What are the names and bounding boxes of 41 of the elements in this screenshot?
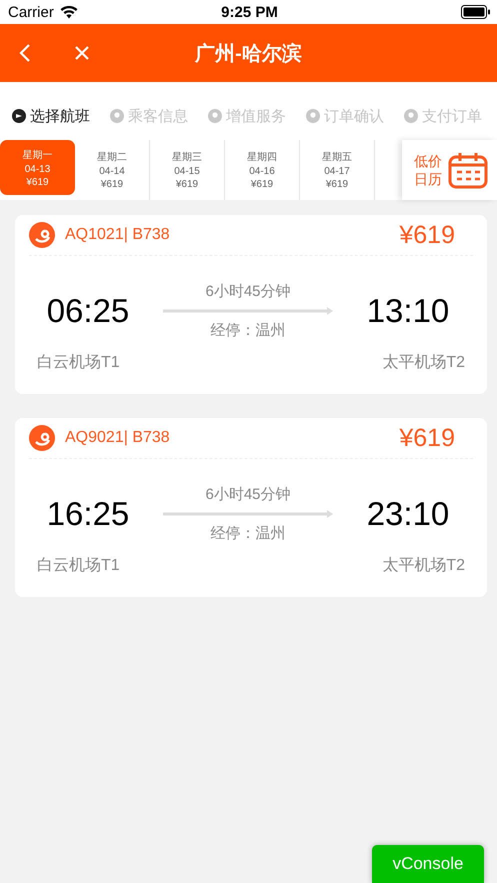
date-tab[interactable]: 星期五 04-17 ¥619 (300, 140, 375, 200)
flight-number: AQ9021| B738 (65, 429, 171, 447)
page-title: 广州-哈尔滨 (194, 42, 303, 66)
departure-time: 06:25 (46, 292, 130, 330)
arrow-icon (163, 307, 333, 315)
step-label: 选择航班 (30, 106, 90, 126)
departure-time: 16:25 (46, 495, 130, 533)
battery-icon (460, 5, 491, 19)
calendar-icon (448, 151, 488, 189)
flight-duration: 6小时45分钟 (205, 485, 291, 504)
flight-price: ¥619 (399, 424, 455, 452)
carrier-label: Carrier (8, 4, 54, 20)
arrival-time: 23:10 (366, 495, 450, 533)
flight-card[interactable]: AQ9021| B738 ¥619 16:25 6小时45分钟 经停：温州 23:10 白云机场T1 太平机场T2 (15, 418, 487, 597)
calendar-button[interactable]: 低价日历 (402, 140, 497, 200)
flight-number: AQ1021| B738 (65, 226, 171, 244)
date-tab[interactable]: 星期一 04-13 ¥619 (0, 140, 75, 195)
arrival-airport: 太平机场T2 (382, 352, 465, 373)
flight-duration: 6小时45分钟 (205, 282, 291, 301)
arrival-airport: 太平机场T2 (382, 556, 465, 576)
stopover-text: 经停：温州 (210, 321, 286, 340)
departure-airport: 白云机场T1 (37, 556, 120, 576)
clock-time: 9:25 PM (221, 4, 278, 20)
flight-card[interactable]: AQ1021| B738 ¥619 06:25 6小时45分钟 经停：温州 13:10 白云机场T1 太平机场T2 (15, 215, 487, 394)
wifi-icon (60, 6, 78, 18)
close-icon[interactable] (74, 45, 90, 61)
arrow-icon (163, 510, 333, 518)
airline-logo-icon (29, 222, 55, 248)
airline-logo-icon (29, 425, 55, 451)
back-icon[interactable] (18, 43, 32, 63)
flight-price: ¥619 (399, 220, 455, 250)
departure-airport: 白云机场T1 (37, 353, 120, 373)
date-tab[interactable]: 星期二 04-14 ¥619 (75, 140, 150, 200)
step-label: 乘客信息 (128, 106, 188, 126)
step-label: 增值服务 (226, 106, 286, 126)
date-tab[interactable]: 星期四 04-16 ¥619 (225, 140, 300, 200)
step-label: 订单确认 (324, 106, 384, 126)
date-tab[interactable]: 星期三 04-15 ¥619 (150, 140, 225, 200)
stopover-text: 经停：温州 (210, 524, 286, 543)
step-label: 支付订单 (422, 106, 482, 126)
arrival-time: 13:10 (366, 292, 450, 330)
